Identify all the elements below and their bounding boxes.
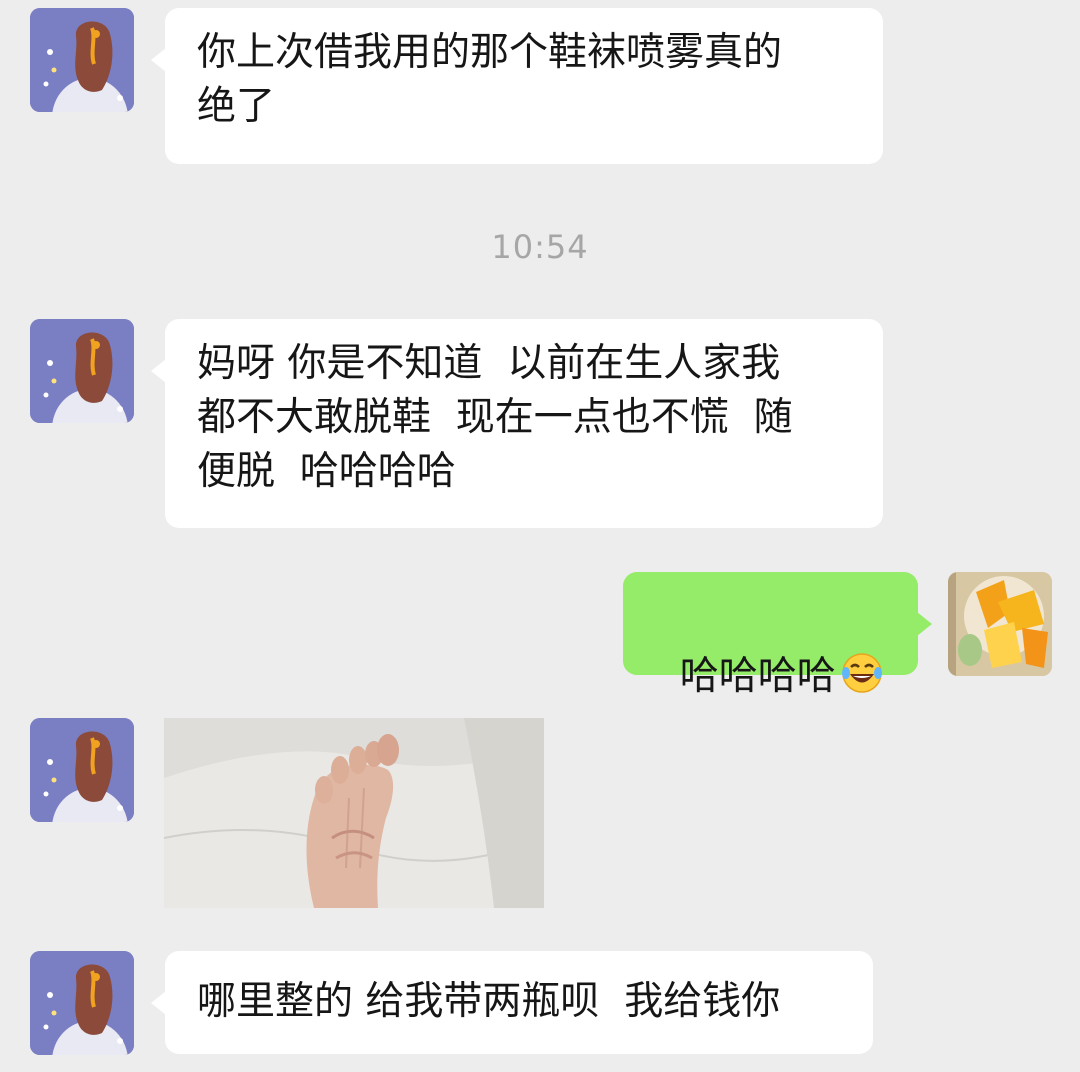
contact-avatar[interactable] — [30, 8, 134, 112]
message-bubble-incoming[interactable]: 你上次借我用的那个鞋袜喷雾真的 绝了 — [151, 8, 883, 164]
contact-avatar-image — [30, 8, 134, 112]
message-bubble-incoming[interactable]: 妈呀 你是不知道 以前在生人家我 都不大敢脱鞋 现在一点也不慌 随 便脱 哈哈哈… — [151, 319, 883, 528]
image-message-foot-photo[interactable] — [164, 718, 544, 908]
message-text: 哈哈哈哈 — [679, 654, 836, 699]
foot-photo-image — [164, 718, 544, 908]
contact-avatar-image — [30, 319, 134, 423]
contact-avatar-image — [30, 718, 134, 822]
message-bubble-outgoing[interactable]: 哈哈哈哈 — [623, 572, 932, 699]
contact-avatar[interactable] — [30, 718, 134, 822]
message-bubble-incoming[interactable]: 哪里整的 给我带两瓶呗 我给钱你 — [151, 951, 873, 1054]
contact-avatar[interactable] — [30, 319, 134, 423]
self-avatar-image — [948, 572, 1052, 676]
laughing-tears-emoji-icon — [841, 653, 882, 693]
contact-avatar-image — [30, 951, 134, 1055]
message-timestamp: 10:54 — [491, 228, 589, 266]
self-avatar[interactable] — [948, 572, 1052, 676]
contact-avatar[interactable] — [30, 951, 134, 1055]
